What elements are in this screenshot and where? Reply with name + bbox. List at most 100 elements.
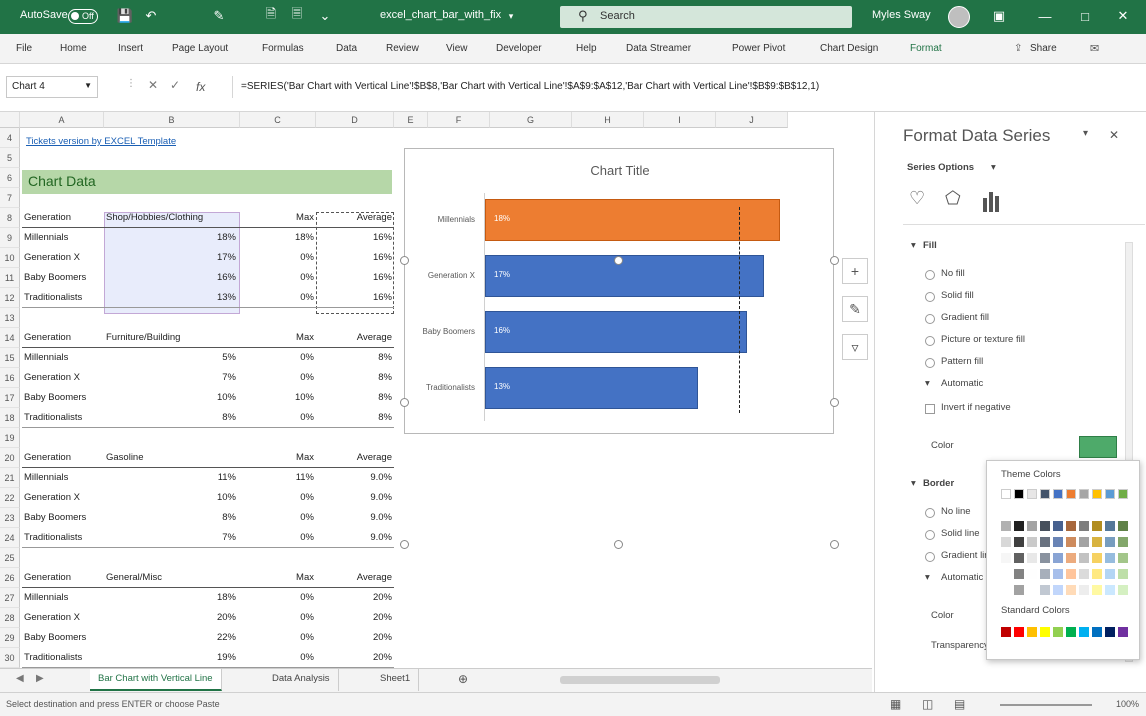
column-header[interactable]: I: [644, 112, 716, 128]
row-header[interactable]: 20: [0, 448, 20, 468]
table-cell[interactable]: Generation X: [24, 608, 104, 628]
row-header[interactable]: 17: [0, 388, 20, 408]
table-header-cell[interactable]: Max: [240, 208, 314, 228]
column-header[interactable]: J: [716, 112, 788, 128]
theme-color-shade-swatch[interactable]: [1014, 537, 1024, 547]
table-cell[interactable]: 8%: [316, 408, 392, 428]
theme-color-swatch[interactable]: [1092, 489, 1102, 499]
chart-styles-icon[interactable]: ✎: [842, 296, 868, 322]
row-header[interactable]: 14: [0, 328, 20, 348]
theme-color-shade-swatch[interactable]: [1079, 521, 1089, 531]
sheet-tab[interactable]: Data Analysis: [264, 669, 339, 691]
resize-handle[interactable]: [614, 256, 623, 265]
table-cell[interactable]: 16%: [316, 228, 392, 248]
table-cell[interactable]: Baby Boomers: [24, 508, 104, 528]
theme-color-shade-swatch[interactable]: [1092, 553, 1102, 563]
ribbon-tab-home[interactable]: Home: [60, 43, 87, 54]
theme-color-shade-swatch[interactable]: [1014, 521, 1024, 531]
resize-handle[interactable]: [400, 540, 409, 549]
column-header[interactable]: C: [240, 112, 316, 128]
theme-color-shade-swatch[interactable]: [1001, 553, 1011, 563]
resize-handle[interactable]: [830, 398, 839, 407]
theme-color-shade-swatch[interactable]: [1105, 553, 1115, 563]
scroll-right-icon[interactable]: ▶: [36, 673, 44, 684]
table-cell[interactable]: 8%: [316, 348, 392, 368]
scroll-left-icon[interactable]: ◀: [16, 673, 24, 684]
theme-color-shade-swatch[interactable]: [1066, 585, 1076, 595]
table-cell[interactable]: Generation X: [24, 248, 104, 268]
column-header[interactable]: H: [572, 112, 644, 128]
row-header[interactable]: 5: [0, 148, 20, 168]
standard-color-swatch[interactable]: [1092, 627, 1102, 637]
enter-icon[interactable]: ✓: [170, 78, 180, 92]
name-box[interactable]: Chart 4 ▼: [6, 76, 98, 98]
table-cell[interactable]: 0%: [240, 488, 314, 508]
theme-color-shade-swatch[interactable]: [1066, 553, 1076, 563]
table-cell[interactable]: 9.0%: [316, 508, 392, 528]
ribbon-tab-power-pivot[interactable]: Power Pivot: [732, 43, 785, 54]
theme-color-swatch[interactable]: [1001, 489, 1011, 499]
table-cell[interactable]: Traditionalists: [24, 528, 104, 548]
resize-handle[interactable]: [830, 540, 839, 549]
bar-traditionalists[interactable]: 13%: [485, 367, 699, 409]
ribbon-display-icon[interactable]: ▣: [990, 7, 1008, 25]
table-cell[interactable]: 0%: [240, 508, 314, 528]
standard-color-swatch[interactable]: [1053, 627, 1063, 637]
ribbon-tab-page-layout[interactable]: Page Layout: [172, 43, 228, 54]
comments-icon[interactable]: ✉: [1090, 42, 1099, 55]
table-cell[interactable]: 20%: [316, 628, 392, 648]
automatic-toggle-icon[interactable]: ▾: [925, 572, 930, 583]
row-header[interactable]: 27: [0, 588, 20, 608]
theme-color-shade-swatch[interactable]: [1014, 585, 1024, 595]
theme-color-shade-swatch[interactable]: [1014, 553, 1024, 563]
theme-color-shade-swatch[interactable]: [1079, 553, 1089, 563]
zoom-level[interactable]: 100%: [1116, 699, 1139, 709]
theme-color-shade-swatch[interactable]: [1066, 521, 1076, 531]
column-header[interactable]: F: [428, 112, 490, 128]
theme-color-shade-swatch[interactable]: [1001, 537, 1011, 547]
column-header[interactable]: B: [104, 112, 240, 128]
row-header[interactable]: 22: [0, 488, 20, 508]
table-cell[interactable]: 0%: [240, 288, 314, 308]
table-cell[interactable]: 16%: [316, 268, 392, 288]
undo-icon[interactable]: ↶: [142, 7, 160, 25]
theme-color-shade-swatch[interactable]: [1027, 585, 1037, 595]
table-cell[interactable]: 19%: [104, 648, 236, 668]
bar-chart[interactable]: Chart Title Millennials 18% Generation X 17…: [404, 148, 834, 434]
theme-color-shade-swatch[interactable]: [1118, 553, 1128, 563]
row-header[interactable]: 9: [0, 228, 20, 248]
minimize-icon[interactable]: —: [1036, 7, 1054, 25]
theme-color-swatch[interactable]: [1014, 489, 1024, 499]
theme-color-swatch[interactable]: [1079, 489, 1089, 499]
theme-color-shade-swatch[interactable]: [1040, 585, 1050, 595]
resize-handle[interactable]: [830, 256, 839, 265]
fill-option-label[interactable]: No fill: [941, 268, 965, 279]
border-option-label[interactable]: No line: [941, 506, 971, 517]
close-icon[interactable]: ✕: [1114, 7, 1132, 25]
theme-color-shade-swatch[interactable]: [1001, 585, 1011, 595]
border-option-label[interactable]: Automatic: [941, 572, 983, 583]
border-option-radio[interactable]: [925, 530, 935, 540]
table-cell[interactable]: 0%: [240, 608, 314, 628]
fill-section-toggle[interactable]: ▾: [911, 240, 916, 251]
chevron-down-icon[interactable]: ▾: [991, 162, 996, 173]
standard-color-swatch[interactable]: [1014, 627, 1024, 637]
theme-color-shade-swatch[interactable]: [1040, 521, 1050, 531]
theme-color-shade-swatch[interactable]: [1040, 553, 1050, 563]
table-header-cell[interactable]: Gasoline: [106, 448, 238, 468]
table-header-cell[interactable]: Furniture/Building: [106, 328, 238, 348]
fill-line-icon[interactable]: ♡: [909, 188, 925, 209]
table-cell[interactable]: 7%: [104, 368, 236, 388]
template-link[interactable]: Tickets version by EXCEL Template: [26, 132, 176, 152]
chart-filter-icon[interactable]: ▿: [842, 334, 868, 360]
table-header-cell[interactable]: Shop/Hobbies/Clothing: [106, 208, 238, 228]
theme-color-shade-swatch[interactable]: [1001, 569, 1011, 579]
table-cell[interactable]: 20%: [316, 588, 392, 608]
table-cell[interactable]: 18%: [240, 228, 314, 248]
table-cell[interactable]: 5%: [104, 348, 236, 368]
chevron-down-icon[interactable]: ⌄: [316, 7, 334, 25]
table-header-cell[interactable]: Generation: [24, 328, 100, 348]
table-cell[interactable]: Millennials: [24, 468, 104, 488]
table-header-cell[interactable]: Generation: [24, 568, 100, 588]
table-cell[interactable]: 20%: [104, 608, 236, 628]
